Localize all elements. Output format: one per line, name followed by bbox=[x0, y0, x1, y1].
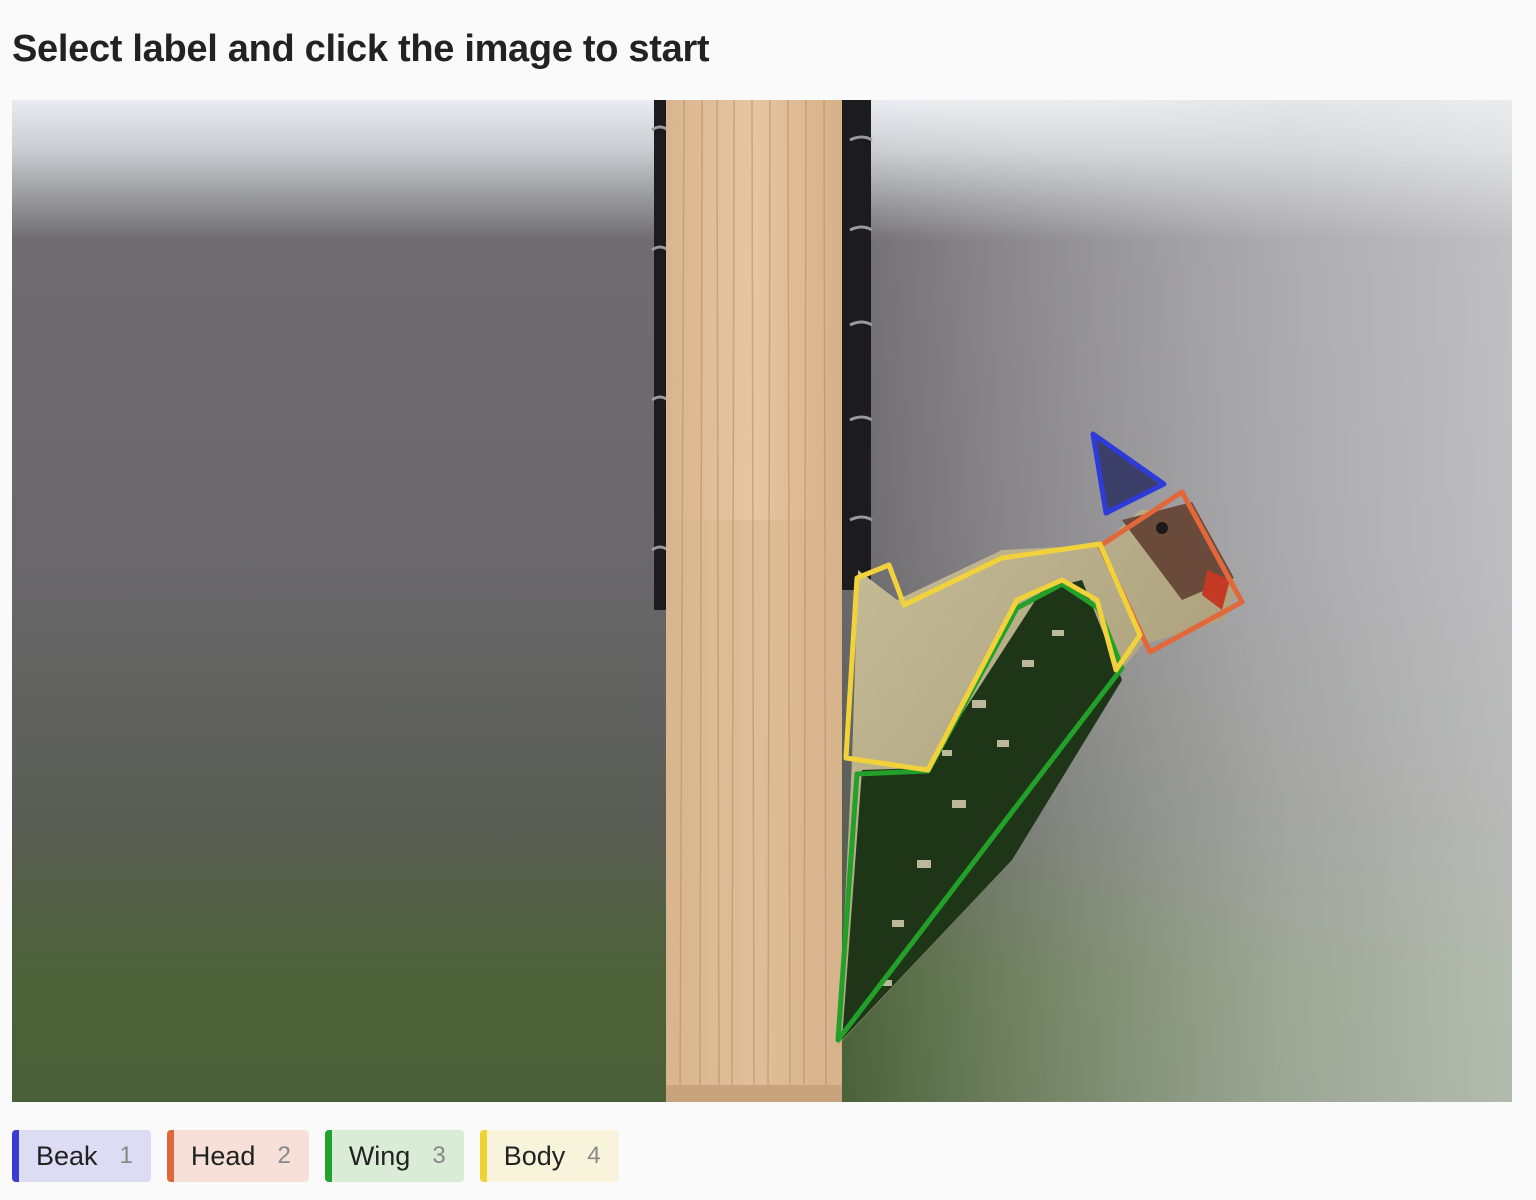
label-body-hotkey: 4 bbox=[587, 1142, 601, 1169]
label-head-color-bar bbox=[166, 1130, 174, 1182]
label-beak[interactable]: Beak 1 bbox=[12, 1130, 151, 1182]
label-head-name: Head bbox=[190, 1140, 256, 1171]
label-body-name: Body bbox=[503, 1140, 566, 1171]
label-wing-hotkey: 3 bbox=[432, 1142, 446, 1169]
label-head[interactable]: Head 2 bbox=[166, 1130, 309, 1182]
annotation-canvas[interactable] bbox=[12, 100, 1512, 1102]
page-title: Select label and click the image to star… bbox=[12, 28, 710, 70]
label-beak-color-bar bbox=[12, 1130, 19, 1182]
label-beak-hotkey: 1 bbox=[119, 1142, 133, 1169]
label-body[interactable]: Body 4 bbox=[479, 1130, 619, 1182]
label-wing-name: Wing bbox=[348, 1140, 411, 1171]
wooden-post bbox=[666, 100, 842, 1102]
label-beak-name: Beak bbox=[36, 1140, 98, 1171]
label-selector: Beak 1 Head 2 Wing 3 Body 4 bbox=[12, 1130, 619, 1182]
label-wing[interactable]: Wing 3 bbox=[324, 1130, 464, 1182]
label-body-color-bar bbox=[479, 1130, 487, 1182]
label-wing-color-bar bbox=[324, 1130, 332, 1182]
label-head-hotkey: 2 bbox=[277, 1142, 291, 1169]
